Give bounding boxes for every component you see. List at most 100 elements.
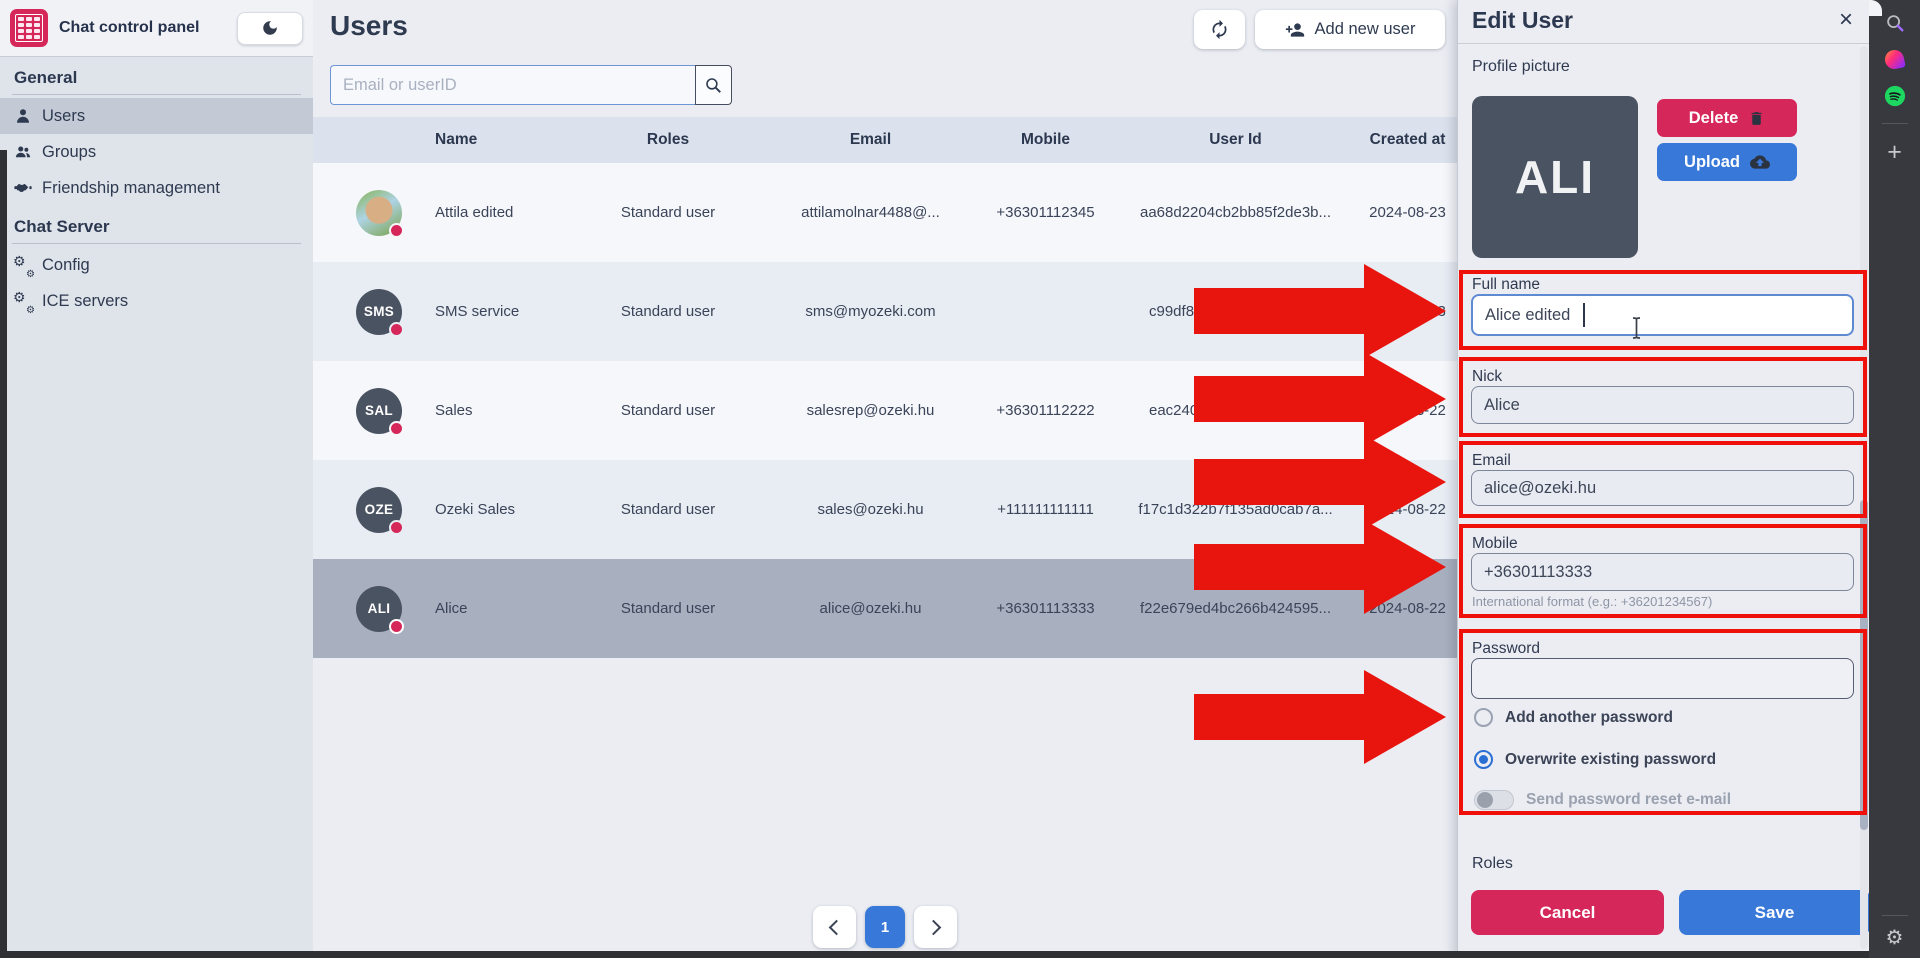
mobile-input[interactable] [1471, 553, 1854, 591]
cell-user-id: aa68d2204cb2bb85f2de3b... [1113, 204, 1358, 221]
col-created-at: Created at [1358, 131, 1457, 149]
upload-picture-button[interactable]: Upload [1657, 143, 1797, 181]
sidebar-item-label: Groups [42, 143, 96, 162]
cell-name: Attila edited [423, 204, 573, 221]
avatar: SAL [356, 388, 402, 434]
cancel-button[interactable]: Cancel [1471, 890, 1664, 935]
search-button[interactable] [695, 65, 732, 105]
save-button[interactable]: Save [1679, 890, 1870, 935]
window-edge-bottom [0, 951, 1869, 958]
table-header: Name Roles Email Mobile User Id Created … [313, 117, 1457, 163]
sidebar: Chat control panel General Users Groups … [0, 0, 313, 958]
table-row-selected[interactable]: ALI Alice Standard user alice@ozeki.hu +… [313, 559, 1457, 658]
trash-icon [1748, 110, 1765, 127]
cell-email: salesrep@ozeki.hu [763, 402, 978, 419]
table-row[interactable]: OZE Ozeki Sales Standard user sales@ozek… [313, 460, 1457, 559]
close-icon[interactable]: × [1839, 4, 1853, 35]
cell-created: 2024-08-22 [1358, 600, 1457, 617]
profile-picture-label: Profile picture [1472, 58, 1570, 76]
table-row[interactable]: Attila edited Standard user attilamolnar… [313, 163, 1457, 262]
cell-user-id: c99df8971 [1113, 303, 1358, 320]
divider [1882, 123, 1908, 124]
full-name-input[interactable] [1471, 294, 1854, 336]
cloud-upload-icon [1750, 152, 1770, 172]
radio-checked-icon[interactable] [1474, 750, 1493, 769]
search-icon[interactable] [1884, 12, 1906, 34]
table-row[interactable]: SAL Sales Standard user salesrep@ozeki.h… [313, 361, 1457, 460]
sidebar-item-friendship-management[interactable]: Friendship management [0, 170, 313, 206]
dark-mode-toggle[interactable] [237, 12, 303, 45]
sidebar-header: Chat control panel [0, 0, 313, 57]
spotify-icon[interactable] [1884, 85, 1906, 107]
aria-ai-icon[interactable] [1883, 48, 1906, 71]
cell-email: alice@ozeki.hu [763, 600, 978, 617]
email-input[interactable] [1471, 470, 1854, 506]
cell-role: Standard user [573, 501, 763, 518]
section-label-general: General [0, 57, 313, 94]
cell-mobile: +36301113333 [978, 600, 1113, 617]
table-row[interactable]: SMS SMS service Standard user sms@myozek… [313, 262, 1457, 361]
password-input[interactable] [1471, 658, 1854, 699]
sidebar-item-label: ICE servers [42, 292, 128, 311]
avatar: ALI [356, 586, 402, 632]
chevron-left-icon [829, 919, 845, 935]
cell-created: 2024-08-22 [1358, 501, 1457, 518]
toggle-off-icon[interactable] [1474, 790, 1514, 810]
sidebar-item-label: Users [42, 107, 85, 126]
profile-avatar: ALI [1472, 96, 1638, 258]
app-window: Chat control panel General Users Groups … [0, 0, 1920, 958]
cell-user-id: eac2402f8 [1113, 402, 1358, 419]
radio-unchecked-icon[interactable] [1474, 708, 1493, 727]
search-input[interactable] [330, 65, 695, 105]
cell-role: Standard user [573, 402, 763, 419]
sidebar-item-ice-servers[interactable]: ⚙⚙ ICE servers [0, 283, 313, 319]
sidebar-item-label: Config [42, 256, 90, 275]
cell-user-id: f22e679ed4bc266b424595... [1113, 600, 1358, 617]
sidebar-item-config[interactable]: ⚙⚙ Config [0, 247, 313, 283]
cell-name: Alice [423, 600, 573, 617]
next-page-button[interactable] [914, 906, 957, 948]
panel-scrollbar[interactable] [1860, 46, 1868, 949]
sidebar-item-groups[interactable]: Groups [0, 134, 313, 170]
nick-label: Nick [1472, 368, 1502, 386]
browser-sidebar: + ⚙ [1869, 0, 1920, 958]
col-name: Name [423, 131, 573, 149]
settings-gear-icon[interactable]: ⚙ [1886, 925, 1904, 950]
search-icon [704, 76, 723, 95]
col-user-id: User Id [1113, 131, 1358, 149]
presence-dot [389, 520, 404, 535]
panel-title: Edit User [1472, 7, 1573, 34]
avatar: OZE [356, 487, 402, 533]
add-new-user-button[interactable]: Add new user [1255, 10, 1445, 49]
page-1-button[interactable]: 1 [865, 906, 905, 948]
app-logo-icon [10, 9, 48, 47]
add-another-password-label: Add another password [1505, 709, 1673, 727]
cell-role: Standard user [573, 600, 763, 617]
sidebar-item-users[interactable]: Users [0, 98, 313, 134]
section-label-chat-server: Chat Server [0, 206, 313, 243]
roles-label: Roles [1472, 855, 1513, 873]
overwrite-password-label: Overwrite existing password [1505, 751, 1716, 769]
delete-picture-button[interactable]: Delete [1657, 99, 1797, 137]
nick-input[interactable] [1471, 386, 1854, 424]
password-label: Password [1472, 640, 1540, 658]
divider [12, 94, 301, 95]
add-sidebar-item-icon[interactable]: + [1887, 140, 1902, 165]
app-title: Chat control panel [59, 19, 226, 37]
window-edge-left [0, 150, 7, 958]
presence-dot [389, 421, 404, 436]
cell-email: sms@myozeki.com [763, 303, 978, 320]
email-label: Email [1472, 452, 1511, 470]
prev-page-button[interactable] [813, 906, 856, 948]
cell-mobile: +36301112222 [978, 402, 1113, 419]
add-another-password-option: Add another password [1474, 708, 1673, 727]
chevron-right-icon [926, 919, 942, 935]
refresh-icon [1209, 19, 1230, 40]
scrollbar-thumb[interactable] [1860, 500, 1868, 830]
full-name-label: Full name [1472, 276, 1540, 294]
cell-name: Sales [423, 402, 573, 419]
mobile-label: Mobile [1472, 535, 1518, 553]
overwrite-password-option: Overwrite existing password [1474, 750, 1716, 769]
cell-created: 2024-08-22 [1358, 402, 1457, 419]
refresh-button[interactable] [1194, 10, 1245, 49]
